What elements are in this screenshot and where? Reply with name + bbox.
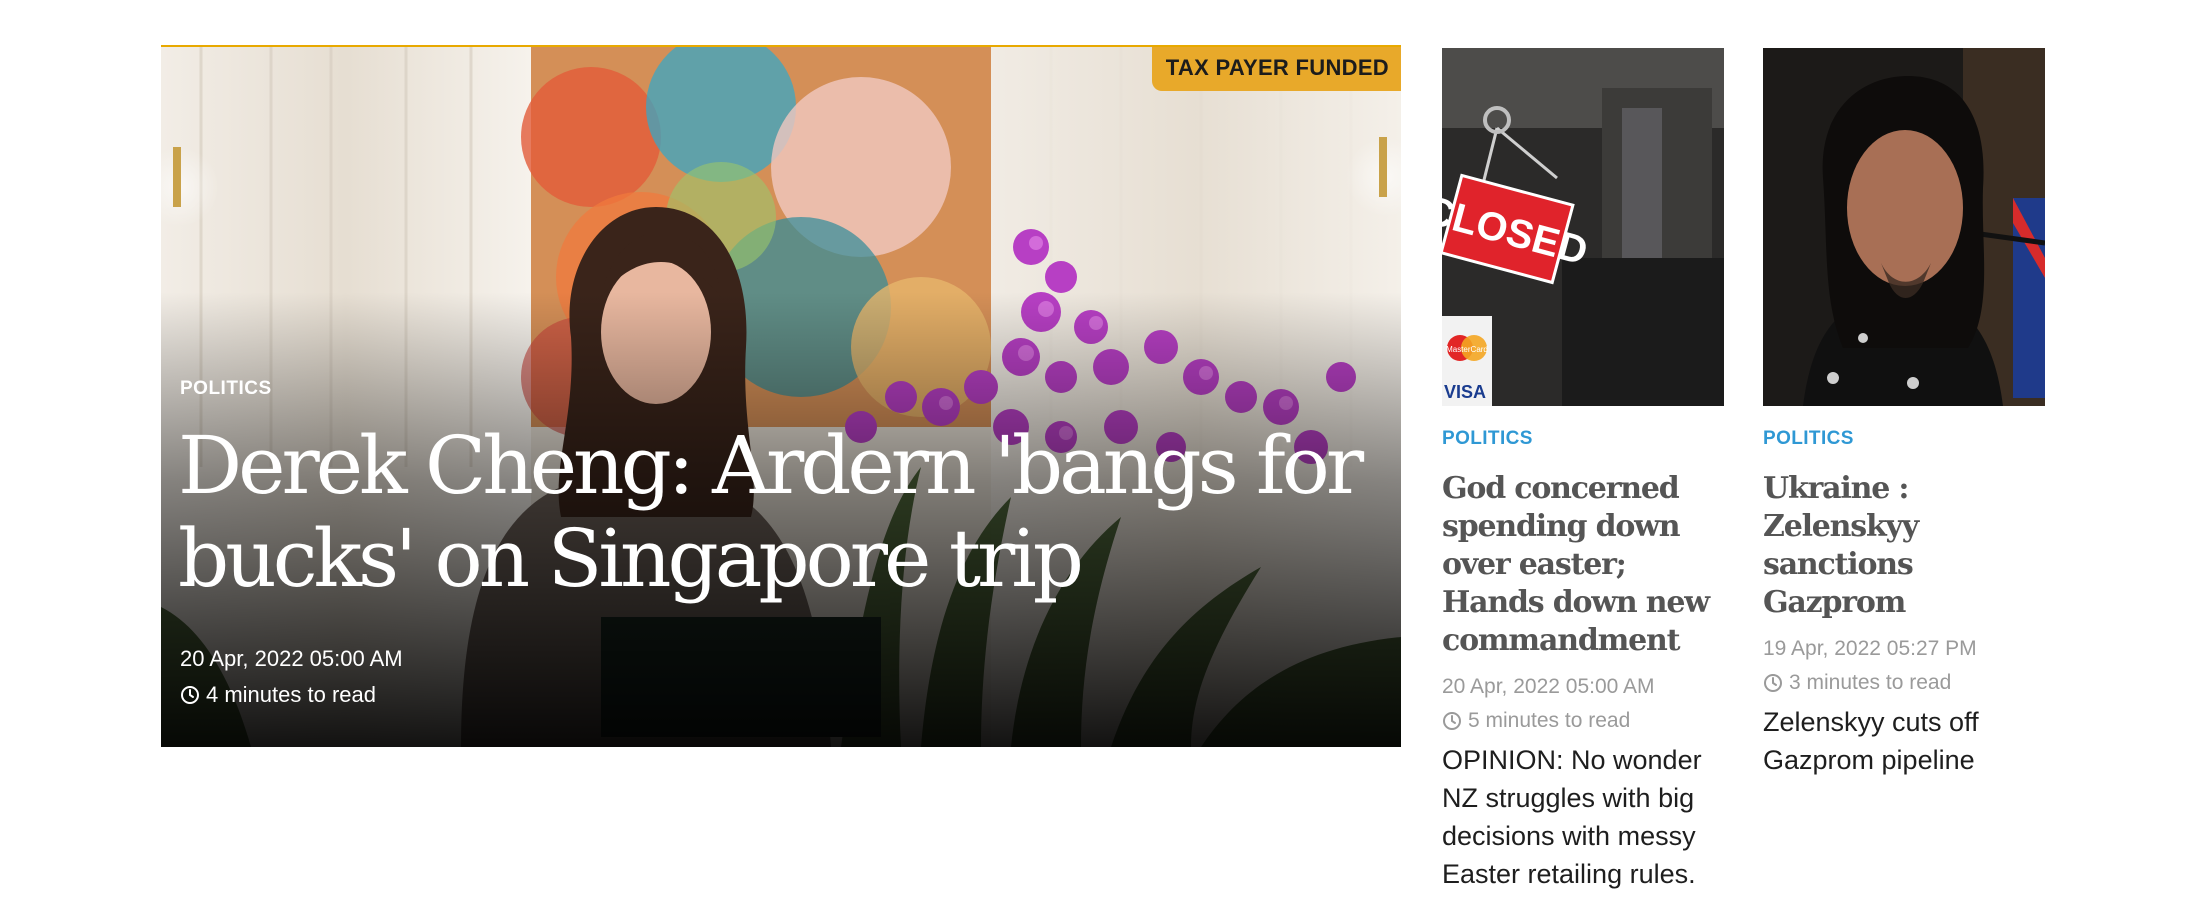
visa-text: VISA — [1444, 382, 1486, 402]
article-thumbnail[interactable]: CLOSED MasterCard VISA — [1442, 48, 1724, 406]
clock-icon — [1443, 712, 1461, 730]
article-card[interactable]: POLITICS Ukraine : Zelenskyy sanctions G… — [1763, 48, 2045, 779]
hero-title[interactable]: Derek Cheng: Ardern 'bangs for bucks' on… — [178, 419, 1368, 605]
article-read-time-label: 3 minutes to read — [1789, 671, 1952, 694]
article-summary: Zelenskyy cuts off Gazprom pipeline — [1763, 707, 1979, 775]
article-date: 19 Apr, 2022 05:27 PM — [1763, 637, 1977, 660]
article-card[interactable]: CLOSED MasterCard VISA POLITICS God conc… — [1442, 48, 1724, 893]
hero-photo — [161, 47, 1401, 747]
hero-article[interactable]: TAX PAYER FUNDED POLITICS Derek Cheng: A… — [161, 45, 1401, 747]
article-read-time-label: 5 minutes to read — [1468, 709, 1631, 732]
article-category[interactable]: POLITICS — [1763, 428, 2045, 450]
article-thumbnail[interactable] — [1763, 48, 2045, 406]
hero-read-time: 4 minutes to read — [180, 682, 376, 708]
mastercard-text: MasterCard — [1446, 345, 1488, 354]
article-title[interactable]: God concerned spending down over easter;… — [1442, 470, 1724, 660]
clock-icon — [181, 686, 199, 704]
article-read-time: 5 minutes to read — [1442, 709, 1724, 733]
hero-badge: TAX PAYER FUNDED — [1151, 47, 1401, 91]
article-category[interactable]: POLITICS — [1442, 428, 1724, 450]
hero-category[interactable]: POLITICS — [180, 378, 272, 400]
article-read-time: 3 minutes to read — [1763, 671, 2045, 695]
article-date: 20 Apr, 2022 05:00 AM — [1442, 675, 1655, 698]
hero-date: 20 Apr, 2022 05:00 AM — [180, 646, 403, 671]
article-summary: OPINION: No wonder NZ struggles with big… — [1442, 745, 1702, 889]
clock-icon — [1764, 674, 1782, 692]
article-title[interactable]: Ukraine : Zelenskyy sanctions Gazprom — [1763, 470, 2045, 622]
hero-read-time-label: 4 minutes to read — [206, 682, 376, 707]
